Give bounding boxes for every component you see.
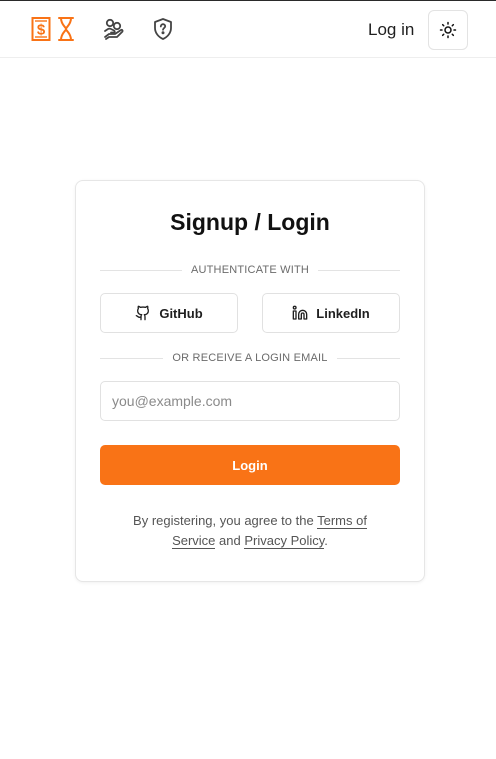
dollar-hourglass-icon[interactable]: $ (31, 16, 77, 42)
github-icon (135, 305, 150, 321)
github-button[interactable]: GitHub (100, 293, 238, 333)
card-title: Signup / Login (170, 209, 330, 235)
linkedin-label: LinkedIn (316, 305, 370, 321)
divider-line (100, 357, 164, 359)
auth-divider: AUTHENTICATE WITH (100, 263, 400, 277)
top-navbar: $ Log in (0, 0, 496, 58)
login-link[interactable]: Log in (368, 20, 414, 40)
login-button[interactable]: Login (100, 445, 400, 485)
divider-line (318, 269, 400, 271)
hand-coins-icon[interactable] (102, 17, 126, 41)
email-divider: OR RECEIVE A LOGIN EMAIL (100, 351, 400, 365)
svg-text:$: $ (37, 22, 46, 39)
linkedin-button[interactable]: LinkedIn (262, 293, 400, 333)
privacy-policy-link[interactable]: Privacy Policy (244, 533, 325, 549)
theme-toggle-button[interactable] (428, 10, 468, 50)
linkedin-icon (292, 305, 308, 320)
auth-divider-label: AUTHENTICATE WITH (190, 264, 310, 276)
terms-prefix: By registering, you agree to the (133, 513, 318, 528)
divider-line (100, 269, 182, 271)
terms-suffix: . (324, 533, 328, 548)
email-divider-label: OR RECEIVE A LOGIN EMAIL (172, 352, 328, 364)
github-label: GitHub (159, 305, 203, 321)
email-input[interactable] (100, 381, 400, 421)
sun-icon (439, 21, 457, 39)
terms-notice: By registering, you agree to the Terms o… (116, 511, 384, 551)
divider-line (336, 357, 400, 359)
auth-card: Signup / Login AUTHENTICATE WITH GitHub … (75, 180, 425, 582)
shield-question-icon[interactable] (151, 17, 175, 41)
terms-and: and (215, 533, 245, 548)
